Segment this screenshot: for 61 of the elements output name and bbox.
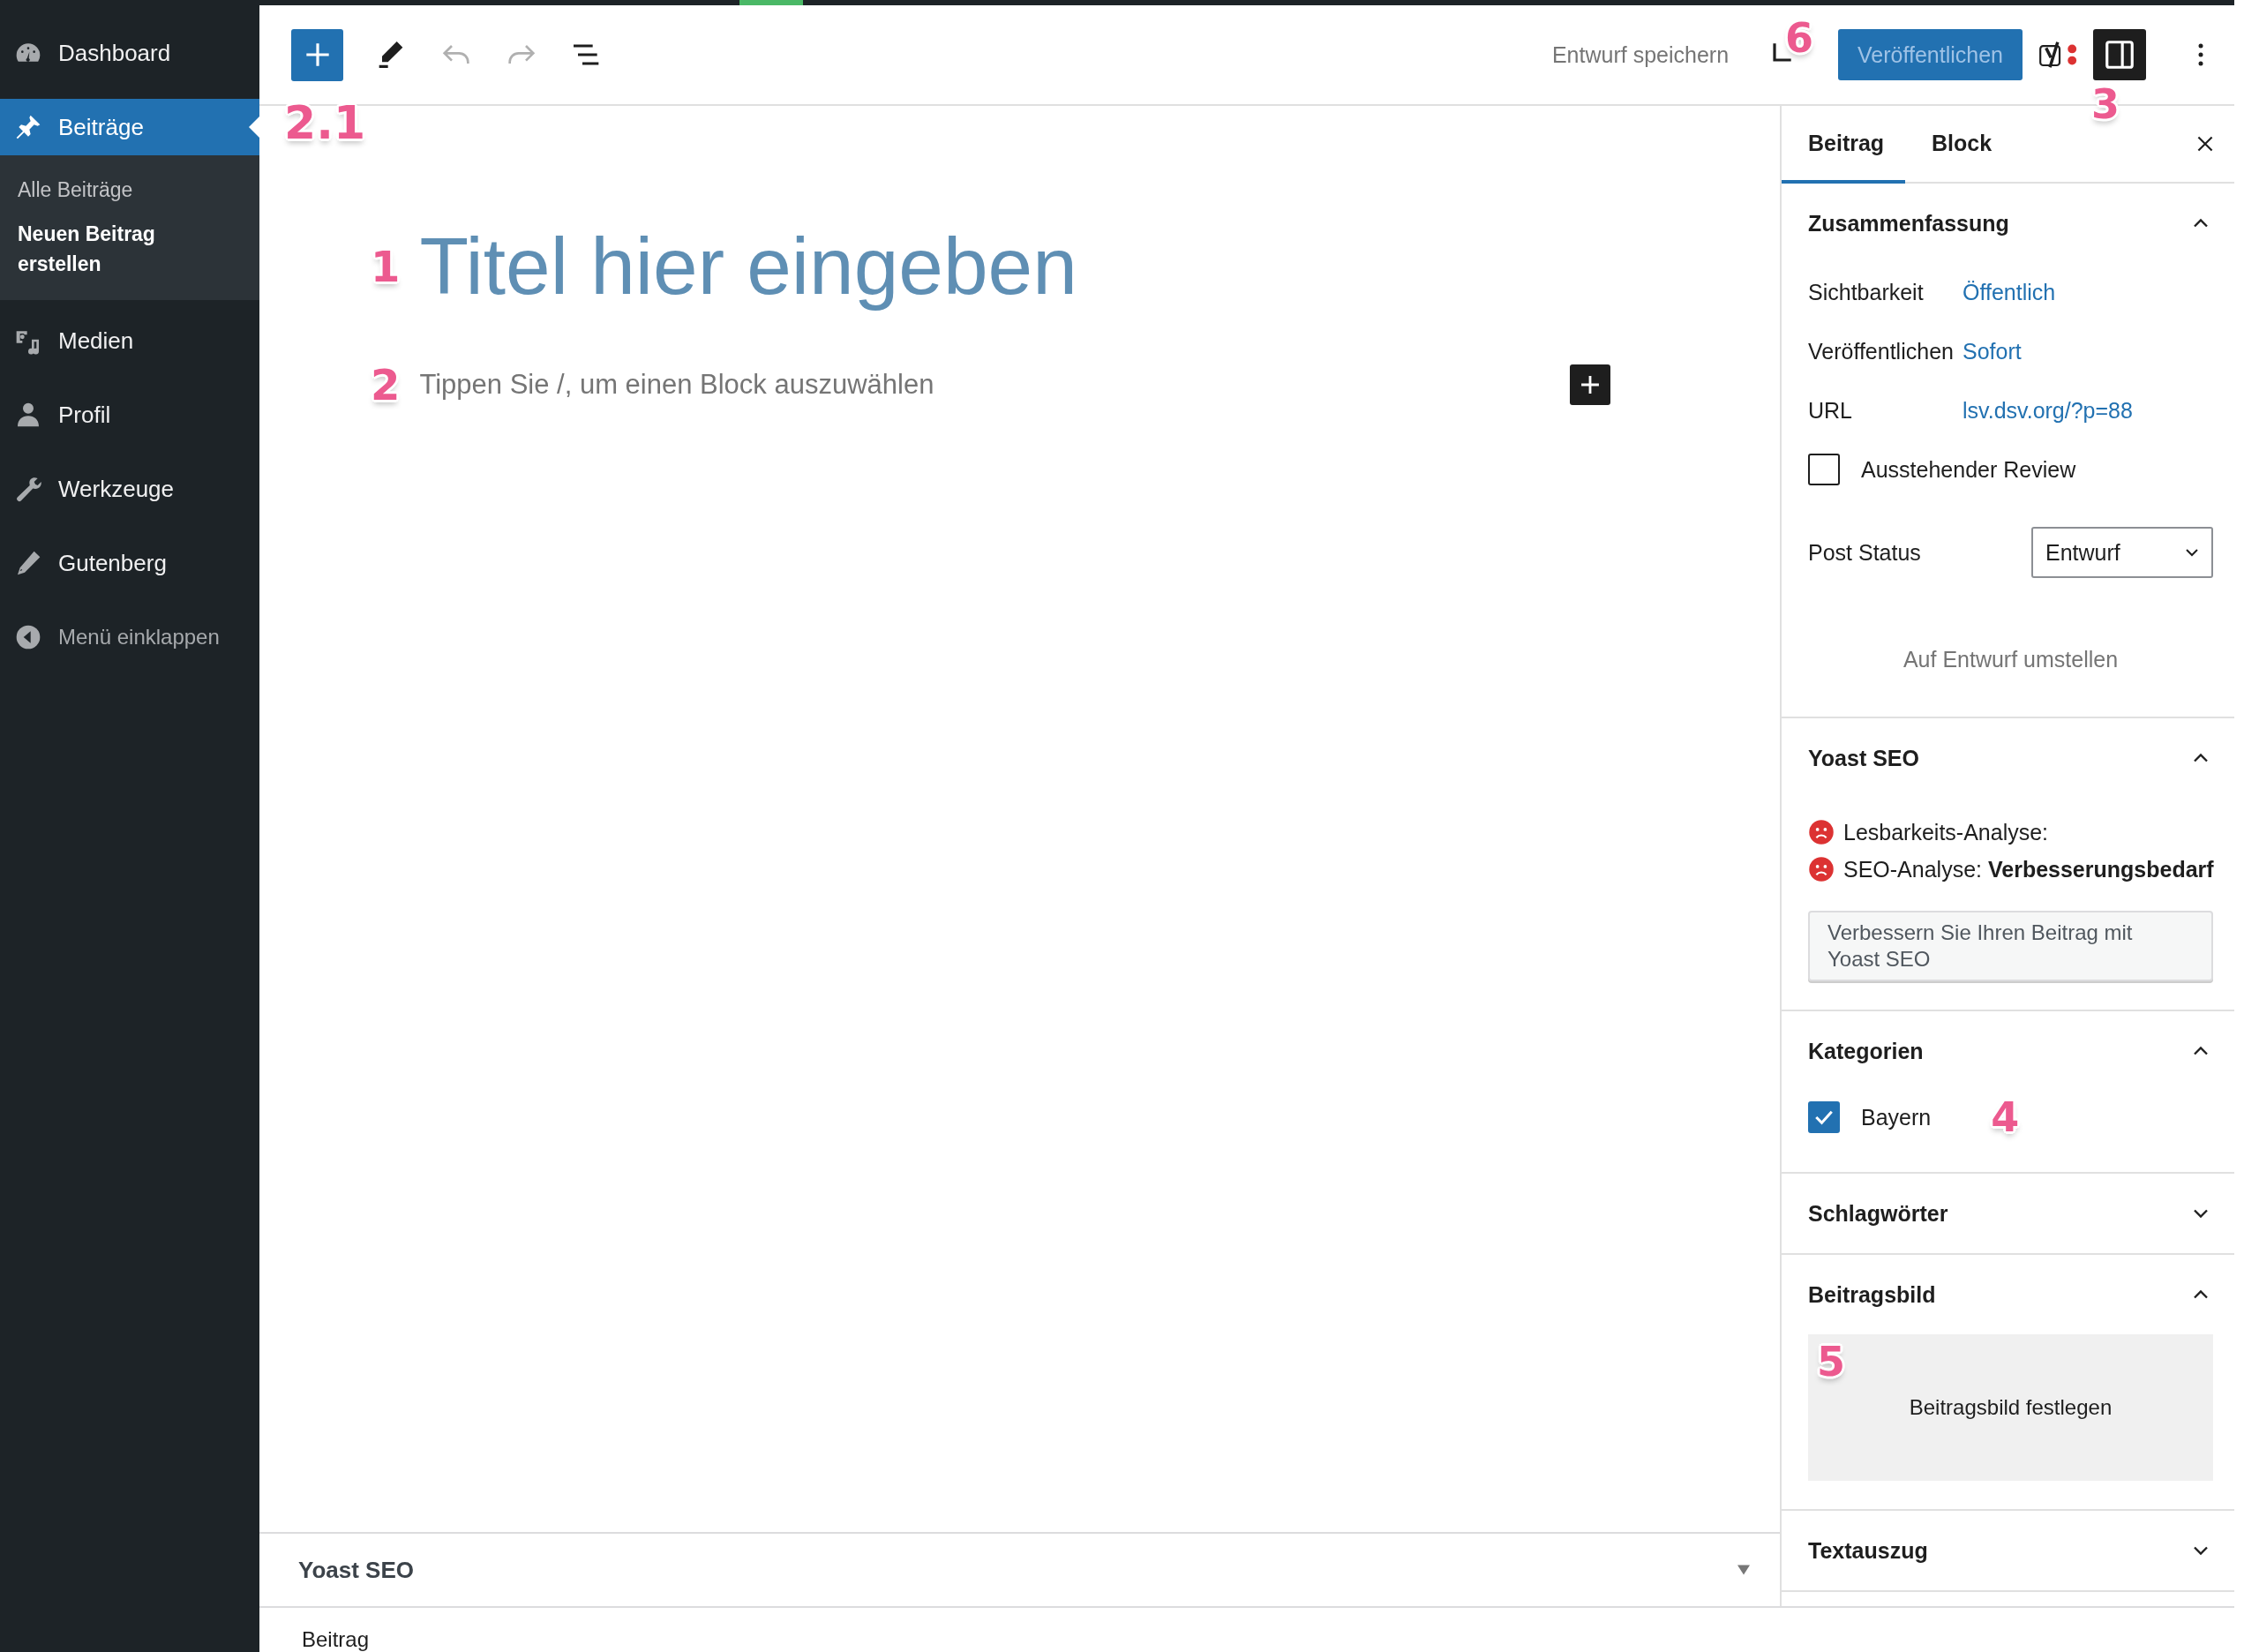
section-header[interactable]: Beitragsbild [1808, 1255, 2213, 1334]
menu-item[interactable]: Profil [0, 387, 259, 443]
field-label: URL [1808, 398, 1853, 424]
callout-number: 2.1 [284, 99, 366, 146]
section-title: Zusammenfassung [1808, 210, 2009, 237]
switch-to-draft-button[interactable]: Auf Entwurf umstellen [1808, 599, 2213, 688]
callout-number: 2 [371, 364, 401, 406]
callout-number: 3 [2091, 84, 2120, 124]
triangle-down-icon [1737, 1565, 1750, 1575]
submenu-item[interactable]: Alle Beiträge [18, 168, 221, 212]
menu-item[interactable]: Medien [0, 312, 259, 369]
section-title: Kategorien [1808, 1038, 1924, 1064]
section-header[interactable]: Zusammenfassung [1808, 184, 2213, 263]
menu-item[interactable]: Gutenberg [0, 535, 259, 591]
checkbox-label: Ausstehender Review [1861, 456, 2076, 483]
breadcrumb[interactable]: Beitrag [302, 1627, 370, 1652]
wrench-icon [14, 475, 42, 503]
section-title: Schlagwörter [1808, 1200, 1948, 1227]
save-draft-button[interactable]: Entwurf speichern [1551, 41, 1730, 68]
analysis-text: SEO-Analyse: Verbesserungsbedarf [1843, 856, 2214, 882]
metabox-header[interactable]: Yoast SEO [259, 1532, 1780, 1606]
section-header[interactable]: Yoast SEO [1808, 718, 2213, 798]
title-field[interactable]: Titel hier eingeben [419, 221, 1479, 312]
sidebar-icon [2103, 38, 2136, 71]
section-header[interactable]: Textauszug [1808, 1511, 2213, 1590]
submenu-item[interactable]: Neuen Beitrag erstellen [18, 212, 221, 286]
menu-item[interactable]: Beiträge [0, 99, 259, 155]
field-link[interactable]: lsv.dsv.org/?p=88 [1963, 398, 2133, 424]
add-block-button[interactable] [1570, 364, 1611, 405]
category-label: Bayern [1861, 1104, 1932, 1130]
menu-item[interactable]: Werkzeuge [0, 461, 259, 517]
field-label: Veröffentlichen [1808, 339, 1955, 364]
callout-number: 1 [371, 245, 401, 288]
loading-indicator [739, 0, 803, 5]
field-label: Post Status [1808, 539, 1922, 566]
checkbox[interactable] [1808, 454, 1840, 485]
more-icon[interactable] [2197, 41, 2204, 68]
menu-item[interactable]: Dashboard [0, 25, 259, 81]
settings-toggle-button[interactable] [2093, 29, 2146, 80]
panel-tab[interactable]: Block [1905, 106, 2019, 184]
section-title: Beitragsbild [1808, 1281, 1936, 1308]
section-header[interactable]: Schlagwörter [1808, 1174, 2213, 1253]
metabox-title: Yoast SEO [298, 1556, 414, 1584]
section-title: Yoast SEO [1808, 745, 1919, 771]
status-select[interactable]: Entwurf [2031, 527, 2213, 578]
field-link[interactable]: Öffentlich [1963, 280, 2056, 305]
callout-number: 5 [1817, 1341, 1845, 1382]
section-header[interactable]: Kategorien [1808, 1011, 2213, 1091]
field-link[interactable]: Sofort [1963, 339, 2022, 364]
yoast-improve-button[interactable]: Verbessern Sie Ihren Beitrag mit Yoast SEO [1808, 911, 2213, 981]
panel-tab[interactable]: Beitrag [1782, 106, 1905, 184]
collapse-icon [14, 623, 42, 651]
callout-number: 4 [1991, 1097, 2020, 1138]
callout-number: 6 [1785, 18, 1814, 58]
pin-icon [14, 113, 42, 141]
checkbox[interactable] [1808, 1101, 1840, 1133]
analysis-text: Lesbarkeits-Analyse: [1843, 819, 2049, 845]
section-title: Textauszug [1808, 1537, 1928, 1564]
collapse-menu-button[interactable]: Menü einklappen [0, 609, 259, 665]
field-label: Sichtbarkeit [1808, 280, 1925, 305]
paragraph-field[interactable]: Tippen Sie /, um einen Block auszuwählen [419, 369, 1523, 401]
